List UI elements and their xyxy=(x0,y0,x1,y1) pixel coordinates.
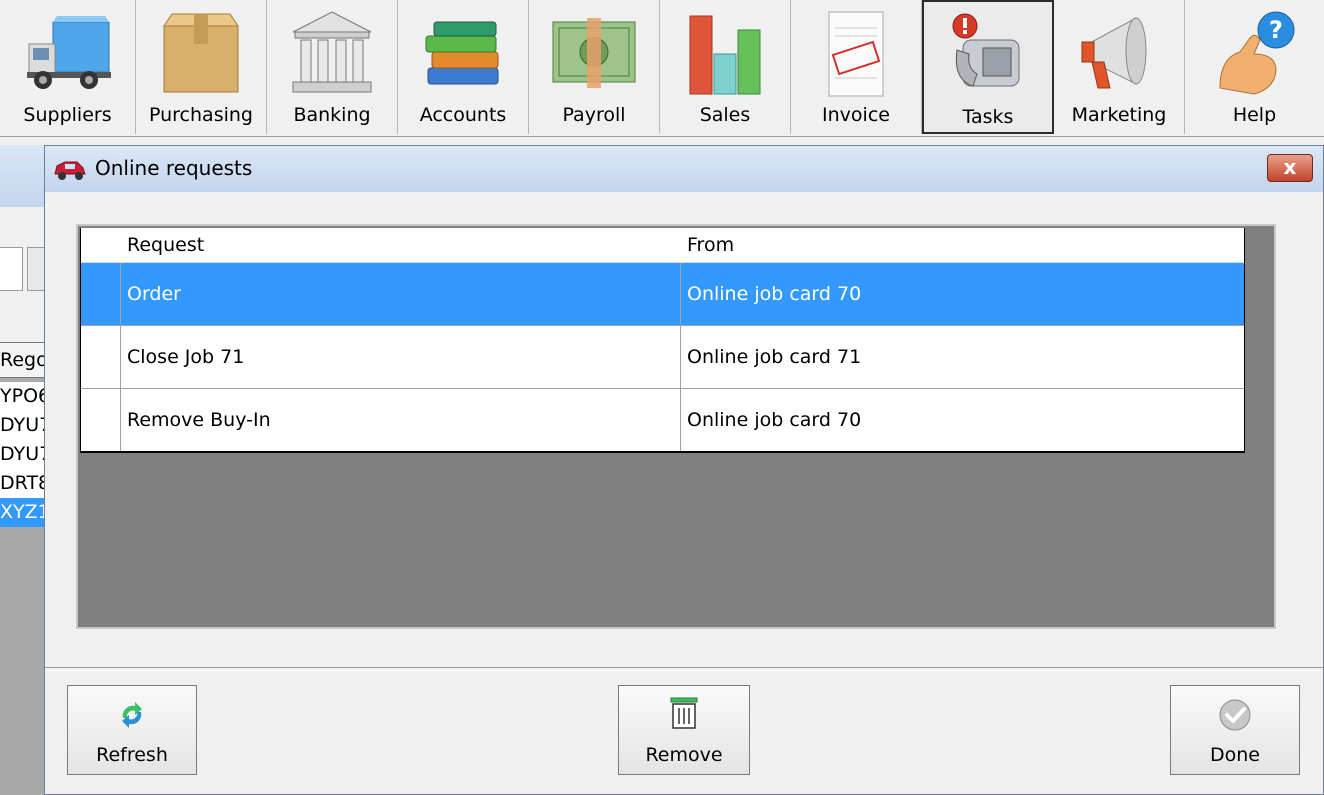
row-header-gutter xyxy=(81,228,121,262)
cell-request[interactable]: Order xyxy=(121,263,681,325)
cell-from[interactable]: Online job card 71 xyxy=(681,326,1242,388)
toolbar-invoice-label: Invoice xyxy=(822,104,890,126)
background-list-rows: YPO6 DYU74 DYU74 DRT87 XYZ12 xyxy=(0,382,46,527)
telephone-icon xyxy=(952,13,1020,87)
cell-from[interactable]: Online job card 70 xyxy=(681,263,1242,325)
done-button[interactable]: Done xyxy=(1170,685,1300,775)
toolbar-purchasing-button[interactable]: Purchasing xyxy=(136,0,267,134)
car-icon xyxy=(54,161,86,180)
list-item[interactable]: DYU74 xyxy=(0,440,46,469)
row-selector[interactable] xyxy=(81,263,121,325)
close-button[interactable]: x xyxy=(1267,154,1313,182)
toolbar-sales-button[interactable]: Sales xyxy=(660,0,791,134)
remove-label: Remove xyxy=(645,744,723,766)
list-item[interactable]: DRT87 xyxy=(0,469,46,498)
refresh-button[interactable]: Refresh xyxy=(67,685,197,775)
toolbar-accounts-button[interactable]: Accounts xyxy=(398,0,529,134)
toolbar-payroll-button[interactable]: Payroll xyxy=(529,0,660,134)
toolbar-purchasing-label: Purchasing xyxy=(149,104,253,126)
toolbar-marketing-label: Marketing xyxy=(1071,104,1167,126)
toolbar-tasks-button[interactable]: Tasks xyxy=(922,0,1054,134)
cell-request[interactable]: Remove Buy-In xyxy=(121,389,681,451)
cell-from[interactable]: Online job card 70 xyxy=(681,389,1242,451)
toolbar-sales-label: Sales xyxy=(699,104,751,126)
bar-chart-icon xyxy=(689,15,761,95)
svg-text:?: ? xyxy=(1269,16,1283,44)
dialog-titlebar[interactable]: Online requests x xyxy=(45,146,1323,192)
toolbar-marketing-button[interactable]: Marketing xyxy=(1054,0,1185,134)
box-icon xyxy=(163,13,239,93)
help-hand-icon: ? xyxy=(1218,11,1294,95)
truck-icon xyxy=(26,16,111,89)
column-header-request[interactable]: Request xyxy=(121,228,681,262)
table-row[interactable]: Remove Buy-In Online job card 70 xyxy=(81,389,1244,452)
remove-button[interactable]: Remove xyxy=(618,685,750,775)
dialog-title: Online requests xyxy=(95,156,253,180)
toolbar-help-button[interactable]: ? Help xyxy=(1185,0,1324,134)
trash-icon xyxy=(670,697,698,729)
megaphone-icon xyxy=(1081,17,1147,89)
money-icon xyxy=(552,18,636,88)
refresh-icon xyxy=(122,702,142,728)
table-row[interactable]: Order Online job card 70 xyxy=(81,263,1244,326)
requests-table: Request From Order Online job card 70 Cl… xyxy=(80,228,1245,453)
done-label: Done xyxy=(1210,744,1260,766)
toolbar-help-label: Help xyxy=(1232,104,1277,126)
online-requests-dialog: Online requests x Request From Order Onl… xyxy=(44,145,1324,795)
footer-divider xyxy=(45,667,1323,671)
row-selector[interactable] xyxy=(81,389,121,451)
cell-request[interactable]: Close Job 71 xyxy=(121,326,681,388)
toolbar-payroll-label: Payroll xyxy=(562,104,626,126)
close-icon: x xyxy=(1283,155,1297,179)
column-header-from[interactable]: From xyxy=(681,228,1241,262)
checkmark-icon xyxy=(1219,699,1251,731)
requests-grid-area: Request From Order Online job card 70 Cl… xyxy=(76,224,1276,629)
list-item[interactable]: YPO6 xyxy=(0,382,46,411)
bank-icon xyxy=(292,11,372,93)
toolbar-accounts-label: Accounts xyxy=(419,104,507,126)
toolbar-invoice-button[interactable]: Invoice xyxy=(791,0,922,134)
books-icon xyxy=(425,21,499,85)
toolbar-suppliers-label: Suppliers xyxy=(23,104,112,126)
background-search-input[interactable] xyxy=(0,247,23,291)
background-list-header-rego[interactable]: Rego xyxy=(0,342,45,378)
table-row[interactable]: Close Job 71 Online job card 71 xyxy=(81,326,1244,389)
background-window-header xyxy=(0,145,46,207)
toolbar-banking-label: Banking xyxy=(293,104,371,126)
main-toolbar: Suppliers Purchasing Banking Accounts Pa… xyxy=(0,0,1324,137)
list-item[interactable]: DYU74 xyxy=(0,411,46,440)
invoice-icon xyxy=(828,11,884,97)
row-selector[interactable] xyxy=(81,326,121,388)
list-item-selected[interactable]: XYZ12 xyxy=(0,498,46,527)
refresh-label: Refresh xyxy=(96,744,168,766)
toolbar-suppliers-button[interactable]: Suppliers xyxy=(0,0,136,134)
table-header: Request From xyxy=(81,228,1244,263)
toolbar-banking-button[interactable]: Banking xyxy=(267,0,398,134)
toolbar-tasks-label: Tasks xyxy=(962,106,1014,128)
